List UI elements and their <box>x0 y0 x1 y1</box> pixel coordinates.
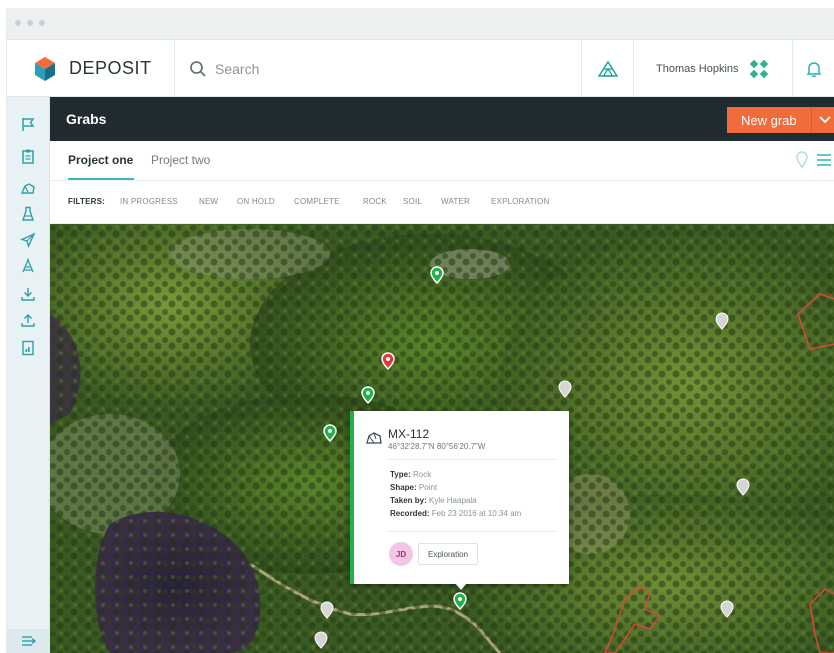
user-menu[interactable]: Thomas Hopkins <box>634 40 793 97</box>
report-icon <box>22 340 34 356</box>
map-marker-gray[interactable] <box>558 380 572 398</box>
filter-on-hold[interactable]: ON HOLD <box>237 197 275 206</box>
sidebar-item-download[interactable] <box>17 283 39 305</box>
map-marker-green[interactable] <box>430 266 444 284</box>
map-pin-view-icon[interactable] <box>796 151 808 169</box>
user-name: Thomas Hopkins <box>656 62 739 75</box>
tag-chip[interactable]: Exploration <box>418 543 479 565</box>
map-marker-red[interactable] <box>381 352 395 370</box>
upload-icon <box>21 314 35 327</box>
filter-rock[interactable]: ROCK <box>363 197 387 206</box>
deposit-logo-icon <box>35 56 55 81</box>
brand-name: DEPOSIT <box>69 58 152 78</box>
grab-type-row: Type: Rock <box>390 470 431 479</box>
filter-bar: FILTERS: IN PROGRESS NEW ON HOLD COMPLET… <box>50 181 834 224</box>
search-bar[interactable] <box>175 40 582 97</box>
bell-icon <box>806 61 822 77</box>
type-value: Rock <box>412 470 432 479</box>
popup-pointer <box>455 583 467 590</box>
clipboard-icon <box>22 149 34 164</box>
hand-rock-icon <box>20 183 35 194</box>
map-marker-gray[interactable] <box>720 600 734 618</box>
map-marker-gray[interactable] <box>320 601 334 619</box>
grab-detail-popup[interactable]: MX-112 46°32'28.7"N 80°56'20.7"W Type: R… <box>350 411 569 590</box>
new-grab-label: New grab <box>741 112 797 128</box>
download-icon <box>21 288 35 301</box>
map-marker-selected[interactable] <box>453 592 467 610</box>
sidebar-item-send[interactable] <box>17 229 39 251</box>
expand-icon <box>21 636 36 646</box>
shape-label: Shape: <box>390 483 417 492</box>
sidebar <box>7 97 50 653</box>
map-marker-gray[interactable] <box>736 478 750 496</box>
filters-label: FILTERS: <box>68 197 106 206</box>
top-bar: DEPOSIT Thomas Hopkins <box>7 40 834 97</box>
map-marker-gray[interactable] <box>715 312 729 330</box>
sidebar-item-upload[interactable] <box>17 309 39 331</box>
sidebar-item-report[interactable] <box>17 337 39 359</box>
map-marker-gray[interactable] <box>314 631 328 649</box>
window-close-dot[interactable] <box>15 20 21 26</box>
project-tabs: Project one Project two <box>50 141 834 181</box>
grab-coordinates: 46°32'28.7"N 80°56'20.7"W <box>388 442 486 451</box>
user-avatar-icon <box>749 59 768 78</box>
recorded-label: Recorded: <box>390 509 430 518</box>
tab-project-one[interactable]: Project one <box>68 153 133 167</box>
new-grab-button[interactable]: New grab <box>727 107 834 133</box>
map-marker-green[interactable] <box>323 424 337 442</box>
flag-icon <box>22 118 35 131</box>
search-input[interactable] <box>215 60 515 77</box>
map-marker-green[interactable] <box>361 386 375 404</box>
filter-soil[interactable]: SOIL <box>403 197 422 206</box>
divider <box>388 459 558 460</box>
tab-project-two[interactable]: Project two <box>151 153 210 167</box>
brand[interactable]: DEPOSIT <box>7 40 175 97</box>
sidebar-item-drill[interactable] <box>17 255 39 277</box>
taken-by-value: Kyle Haapala <box>428 496 477 505</box>
search-icon <box>190 60 206 77</box>
filter-complete[interactable]: COMPLETE <box>294 197 340 206</box>
recorded-value: Feb 23 2016 at 10:34 am <box>431 509 522 518</box>
sidebar-item-rock[interactable] <box>17 177 39 199</box>
page-header: Grabs New grab <box>50 97 834 141</box>
drill-icon <box>22 258 34 273</box>
grab-recorded-row: Recorded: Feb 23 2016 at 10:34 am <box>390 509 521 518</box>
filter-new[interactable]: NEW <box>199 197 218 206</box>
sidebar-item-flask[interactable] <box>17 203 39 225</box>
grab-id: MX-112 <box>388 427 430 441</box>
avatar[interactable]: JD <box>389 542 413 566</box>
grab-shape-row: Shape: Point <box>390 483 437 492</box>
type-label: Type: <box>390 470 411 479</box>
notifications-button[interactable] <box>793 40 834 97</box>
divider <box>388 531 558 532</box>
window-maximize-dot[interactable] <box>39 20 45 26</box>
taken-by-label: Taken by: <box>390 496 427 505</box>
triangle-mesh-icon <box>597 60 618 77</box>
active-tab-indicator <box>68 178 134 180</box>
sidebar-item-flag[interactable] <box>17 113 39 135</box>
page-title: Grabs <box>66 111 107 127</box>
window-titlebar <box>7 8 834 40</box>
sidebar-collapse-toggle[interactable] <box>7 629 50 653</box>
app-window: DEPOSIT Thomas Hopkins <box>6 8 834 653</box>
send-icon <box>20 232 36 248</box>
shape-value: Point <box>418 483 438 492</box>
window-minimize-dot[interactable] <box>27 20 33 26</box>
chevron-down-icon[interactable] <box>819 116 831 124</box>
list-view-icon[interactable] <box>816 151 832 169</box>
sidebar-item-clipboard[interactable] <box>17 145 39 167</box>
rock-icon <box>366 432 382 444</box>
flask-icon <box>22 206 34 221</box>
filter-exploration[interactable]: EXPLORATION <box>491 197 550 206</box>
filter-water[interactable]: WATER <box>441 197 470 206</box>
filter-in-progress[interactable]: IN PROGRESS <box>120 197 178 206</box>
topbar-triangle-button[interactable] <box>582 40 634 97</box>
new-grab-divider <box>811 107 812 133</box>
grab-taken-by-row: Taken by: Kyle Haapala <box>390 496 477 505</box>
